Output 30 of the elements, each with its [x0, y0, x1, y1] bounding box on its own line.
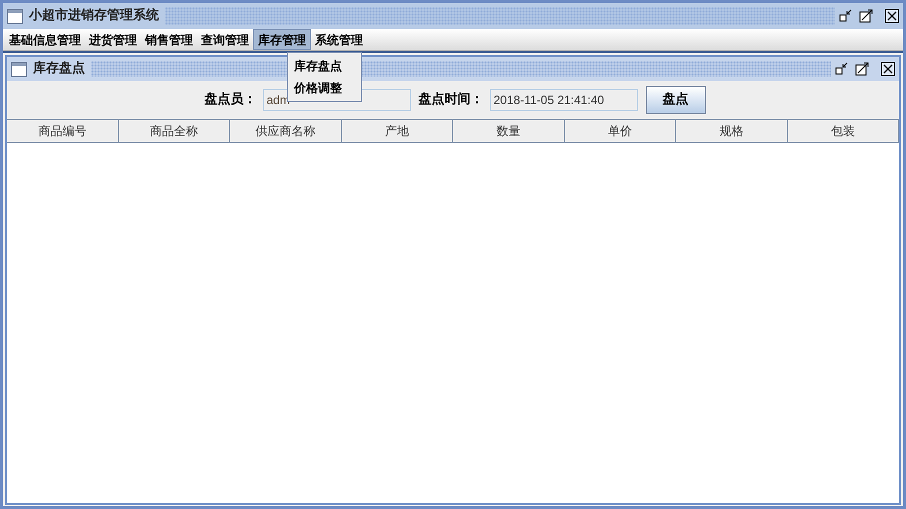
- window-title: 小超市进销存管理系统: [28, 6, 160, 26]
- column-header[interactable]: 产地: [342, 120, 453, 142]
- check-button[interactable]: 盘点: [646, 86, 706, 114]
- menu-item[interactable]: 库存管理: [253, 29, 311, 50]
- menu-item[interactable]: 基础信息管理: [5, 29, 85, 50]
- column-header[interactable]: 供应商名称: [230, 120, 342, 142]
- checker-label: 盘点员：: [204, 91, 256, 110]
- menu-item[interactable]: 进货管理: [85, 29, 141, 50]
- column-header[interactable]: 数量: [453, 120, 564, 142]
- time-label: 盘点时间：: [418, 91, 484, 110]
- column-header[interactable]: 商品全称: [118, 120, 230, 142]
- menu-item[interactable]: 查询管理: [197, 29, 253, 50]
- column-header[interactable]: 单价: [564, 120, 676, 142]
- menu-entry[interactable]: 库存盘点: [288, 55, 361, 77]
- column-header[interactable]: 商品编号: [7, 120, 118, 142]
- column-header[interactable]: 规格: [676, 120, 788, 142]
- frame-title: 库存盘点: [32, 60, 86, 78]
- close-icon[interactable]: [881, 62, 895, 76]
- maximize-icon[interactable]: [855, 62, 869, 76]
- minimize-icon[interactable]: [835, 62, 849, 76]
- menu-item[interactable]: 销售管理: [141, 29, 197, 50]
- menu-item[interactable]: 系统管理: [311, 29, 367, 50]
- maximize-icon[interactable]: [859, 9, 873, 23]
- window-icon: [11, 62, 27, 76]
- column-header[interactable]: 包装: [788, 120, 899, 142]
- close-icon[interactable]: [885, 9, 899, 23]
- minimize-icon[interactable]: [839, 9, 853, 23]
- time-field[interactable]: 2018-11-05 21:41:40: [490, 89, 638, 111]
- window-icon: [7, 8, 23, 24]
- menu-entry[interactable]: 价格调整: [288, 77, 361, 99]
